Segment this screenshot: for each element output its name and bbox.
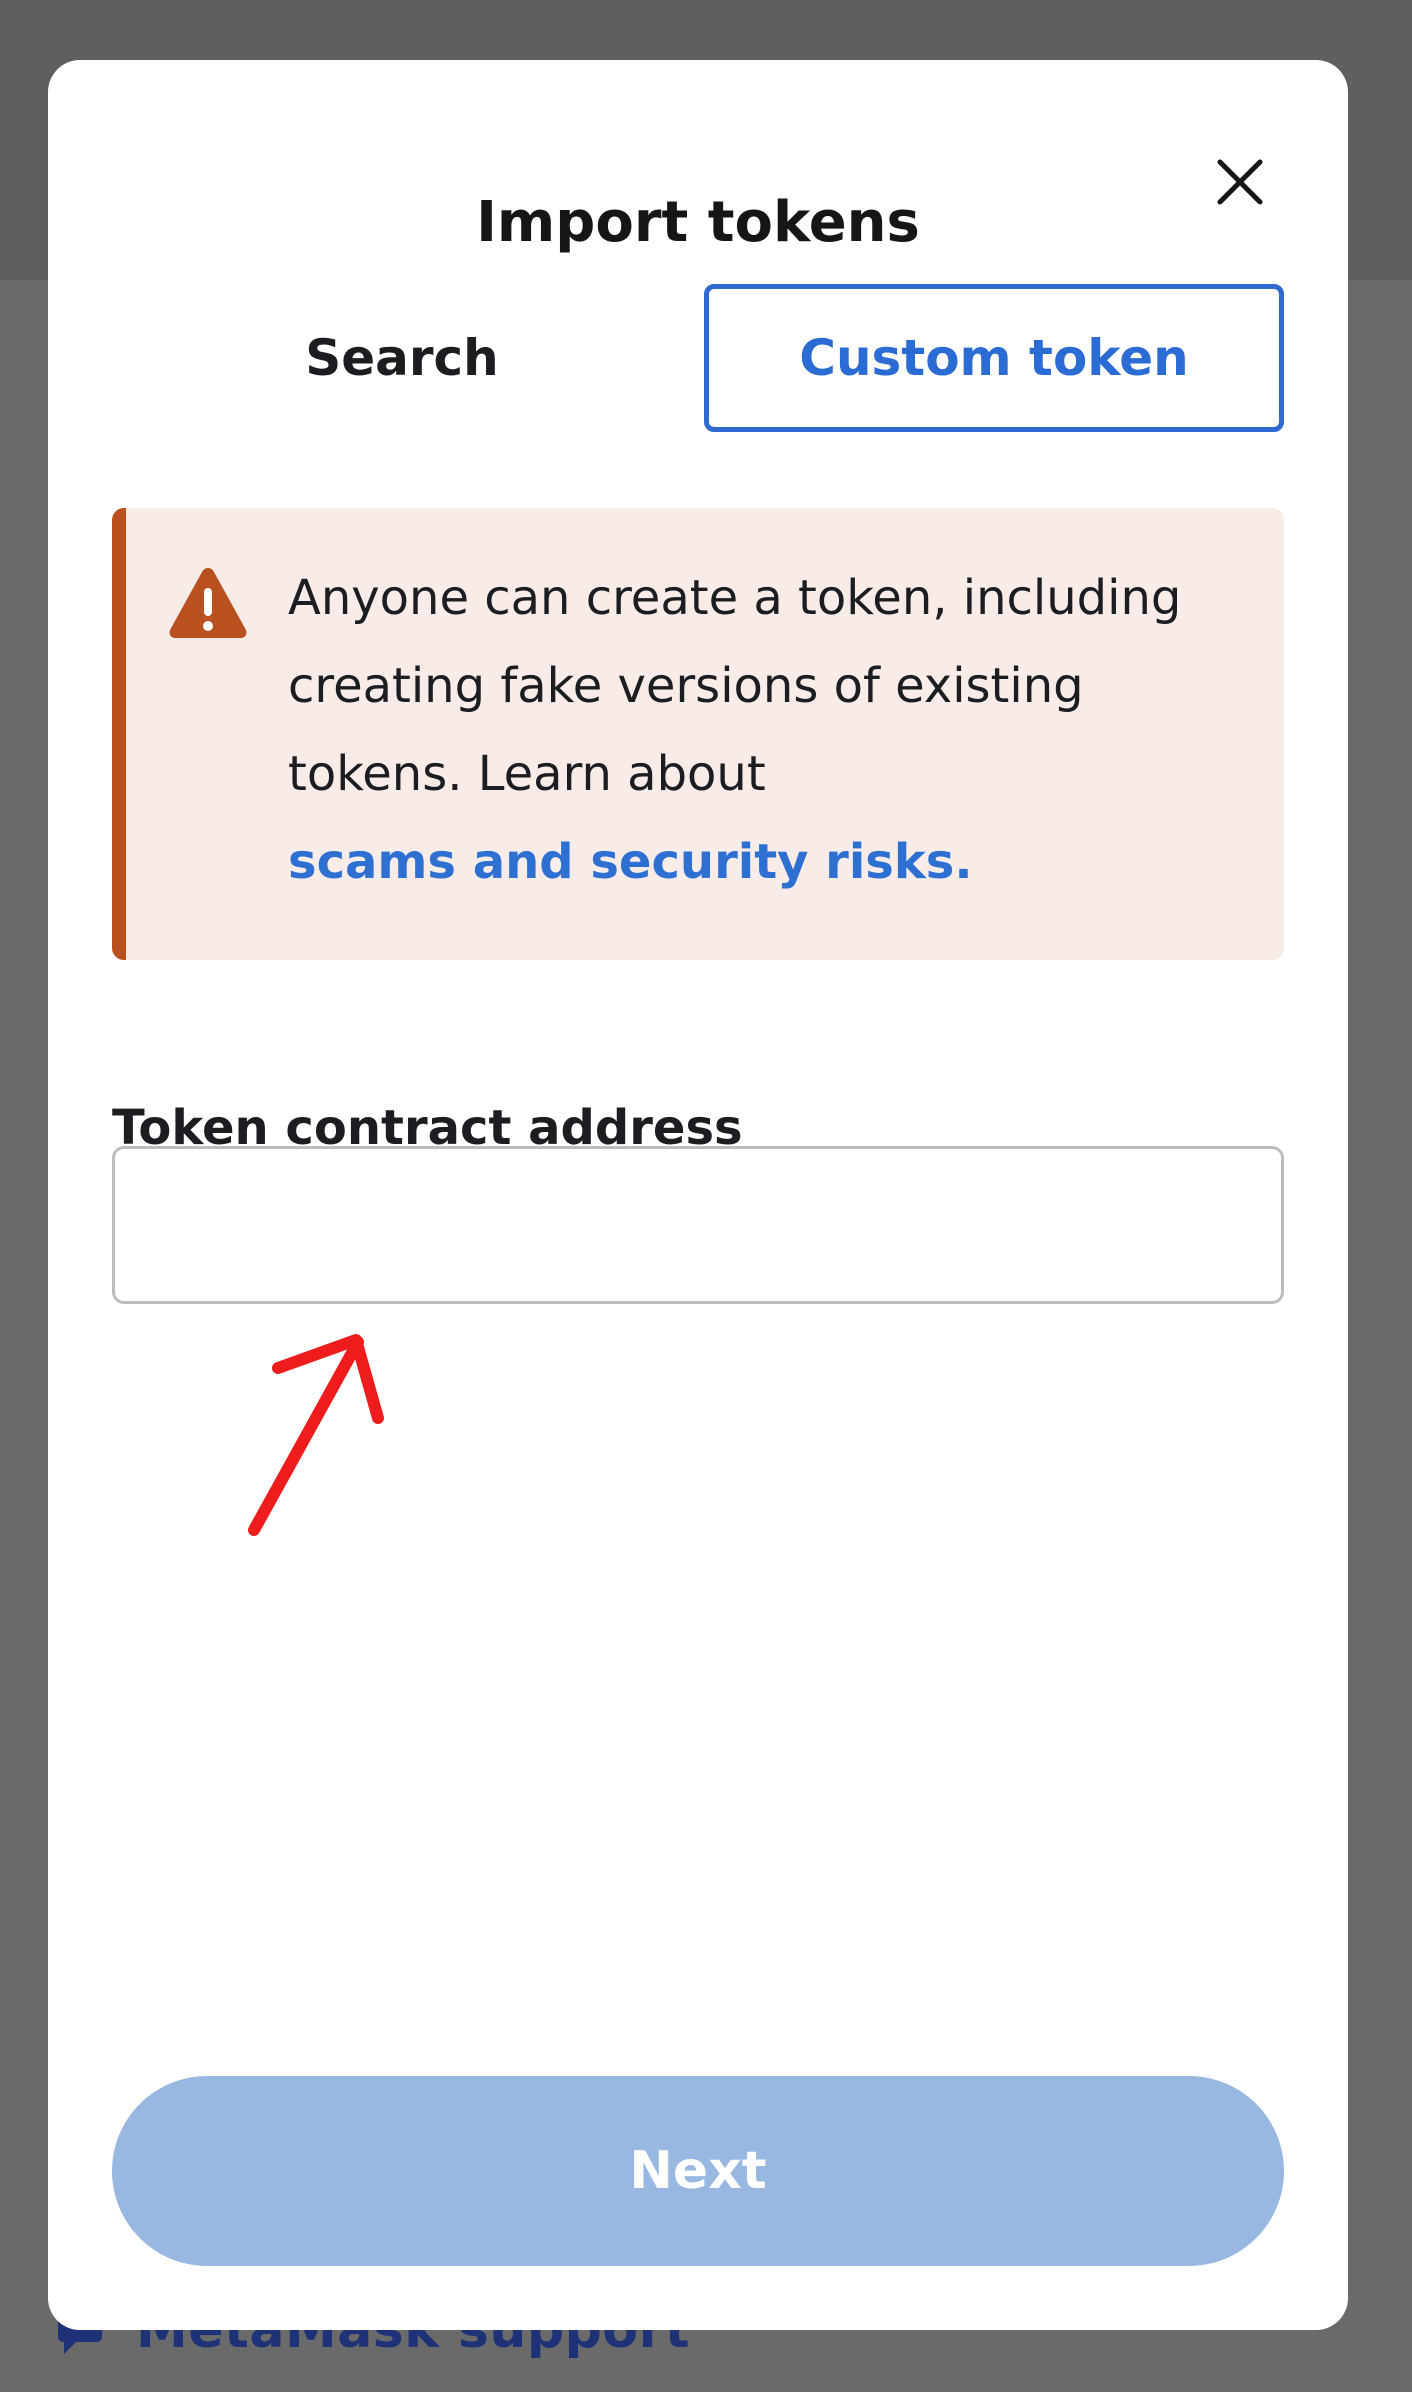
tab-search[interactable]: Search bbox=[112, 284, 692, 432]
token-tabs: Search Custom token bbox=[112, 284, 1288, 444]
red-annotation-arrow bbox=[248, 1334, 384, 1536]
alert-accent-bar bbox=[112, 508, 126, 960]
alert-message: Anyone can create a token, including cre… bbox=[288, 554, 1248, 906]
import-tokens-modal: Import tokens Search Custom token Anyone… bbox=[48, 60, 1348, 2330]
modal-title: Import tokens bbox=[476, 190, 920, 255]
scam-warning-alert: Anyone can create a token, including cre… bbox=[112, 508, 1284, 960]
tab-custom-token[interactable]: Custom token bbox=[704, 284, 1284, 432]
close-icon bbox=[1217, 159, 1263, 205]
scams-security-link[interactable]: scams and security risks. bbox=[288, 834, 973, 890]
warning-icon bbox=[169, 568, 247, 638]
close-button[interactable] bbox=[1200, 142, 1280, 222]
alert-body-text: Anyone can create a token, including cre… bbox=[288, 570, 1182, 802]
next-button[interactable]: Next bbox=[112, 2076, 1284, 2266]
